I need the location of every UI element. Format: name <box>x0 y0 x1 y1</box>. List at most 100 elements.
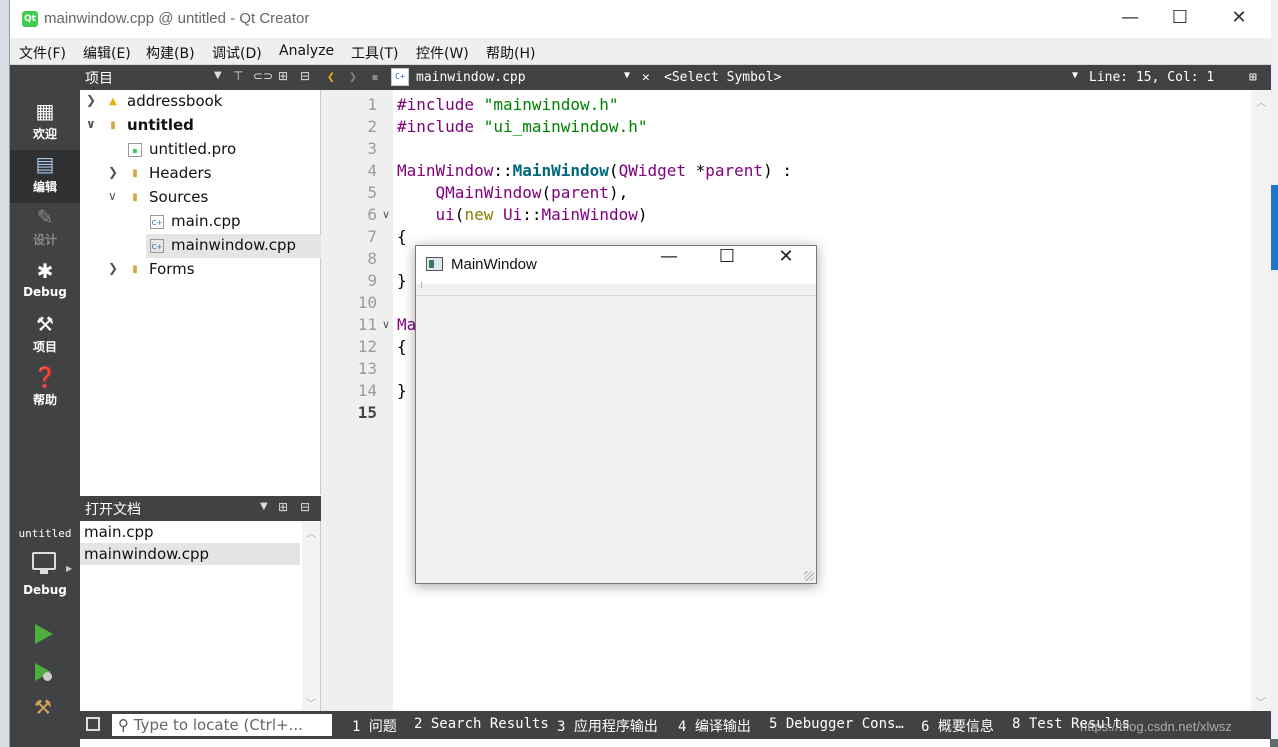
link-icon[interactable]: ⊂⊃ <box>253 69 273 83</box>
menu-build[interactable]: 构建(B) <box>146 43 195 63</box>
tree-item-addressbook[interactable]: ❯ ▲ addressbook <box>80 90 321 114</box>
tab-application-output[interactable]: 3 应用程序输出 <box>557 716 658 736</box>
mode-projects[interactable]: ⚒ 项目 <box>10 310 80 363</box>
line-number: 9 <box>367 271 377 290</box>
forward-arrow-icon[interactable]: ❯ <box>349 70 357 85</box>
locator-placeholder: Type to locate (Ctrl+... <box>133 716 303 734</box>
mode-help[interactable]: ❓ 帮助 <box>10 363 80 416</box>
app-minimize-button[interactable]: — <box>640 246 698 284</box>
qt-app-icon: Qt <box>22 11 38 27</box>
app-close-button[interactable]: ✕ <box>757 246 815 284</box>
close-panel-icon[interactable]: ⊟ <box>300 69 310 83</box>
open-doc-main-cpp[interactable]: main.cpp <box>80 521 300 543</box>
tab-search-results[interactable]: 2 Search Results <box>414 716 549 732</box>
editor-toolbar: ❮ ❯ ▪ C+ mainwindow.cpp ▼ ✕ <Select Symb… <box>321 65 1271 90</box>
cursor-position[interactable]: Line: 15, Col: 1 <box>1089 70 1214 85</box>
split-editor-icon[interactable]: ⊞ <box>1249 70 1257 85</box>
open-doc-mainwindow-cpp[interactable]: mainwindow.cpp <box>80 543 300 565</box>
mode-debug[interactable]: ✱ Debug <box>10 257 80 310</box>
menu-tools[interactable]: 工具(T) <box>351 43 398 63</box>
menu-controls[interactable]: 控件(W) <box>416 43 469 63</box>
current-file-name[interactable]: mainwindow.cpp <box>416 70 526 85</box>
mode-design[interactable]: ✎ 设计 <box>10 203 80 256</box>
tree-item-main-cpp[interactable]: C+ main.cpp <box>80 210 321 234</box>
tab-issues[interactable]: 1 问题 <box>352 716 397 736</box>
line-number-gutter: 1 2 3 4 5 6 7 8 9 10 11 12 13 14 15 ∨ ∨ <box>321 90 393 711</box>
scroll-up-icon[interactable]: ︿ <box>1251 94 1271 109</box>
scroll-down-icon[interactable]: ﹀ <box>1251 694 1271 709</box>
headers-folder-icon: ▮ <box>132 168 138 179</box>
lock-icon: ▪ <box>371 70 379 85</box>
fold-arrow-icon[interactable]: ∨ <box>382 318 390 331</box>
symbol-selector[interactable]: <Select Symbol> <box>664 70 781 85</box>
code-line: QMainWindow(parent), <box>435 183 629 202</box>
menu-analyze[interactable]: Analyze <box>279 43 334 59</box>
tree-item-sources[interactable]: ∨ ▮ Sources <box>80 186 321 210</box>
open-documents-header: 打开文档 ▼ ⊞ ⊟ <box>80 496 321 521</box>
close-panel-icon[interactable]: ⊟ <box>300 500 310 514</box>
split-icon[interactable]: ⊞ <box>278 69 288 83</box>
scroll-up-icon[interactable]: ︿ <box>302 525 320 540</box>
running-app-window[interactable]: MainWindow — ☐ ✕ ⁞ <box>415 245 817 584</box>
view-dropdown-icon[interactable]: ▼ <box>214 70 222 81</box>
menu-help[interactable]: 帮助(H) <box>486 43 535 63</box>
code-line: { <box>397 227 407 246</box>
mode-design-label: 设计 <box>32 233 57 247</box>
tab-debugger-console[interactable]: 5 Debugger Cons… <box>769 716 904 732</box>
app-maximize-button[interactable]: ☐ <box>698 246 756 284</box>
build-hammer-icon[interactable]: ⚒ <box>34 695 52 719</box>
tree-item-label: untitled.pro <box>149 140 237 158</box>
close-file-icon[interactable]: ✕ <box>642 70 650 85</box>
symbol-dropdown-icon[interactable]: ▼ <box>1072 70 1078 81</box>
toggle-sidebar-icon[interactable] <box>86 717 100 731</box>
tab-general-messages[interactable]: 6 概要信息 <box>921 716 994 736</box>
tree-item-label: addressbook <box>127 92 223 110</box>
scroll-down-icon[interactable]: ﹀ <box>302 695 320 710</box>
run-icon[interactable] <box>35 624 53 644</box>
code-line: #include "ui_mainwindow.h" <box>397 117 648 136</box>
back-arrow-icon[interactable]: ❮ <box>327 70 335 85</box>
line-number: 12 <box>357 337 377 356</box>
locator-input[interactable]: ⚲ Type to locate (Ctrl+... <box>112 714 332 736</box>
kit-selector-monitor-icon[interactable] <box>32 552 56 574</box>
filter-icon[interactable]: ⊤ <box>233 69 243 83</box>
mode-welcome[interactable]: ▦ 欢迎 <box>10 97 80 150</box>
code-line: ui(new Ui::MainWindow) <box>435 205 648 224</box>
menu-debug[interactable]: 调试(D) <box>212 43 262 63</box>
toolbar-grip-icon[interactable]: ⁞ <box>420 281 423 291</box>
project-icon: ▮ <box>110 120 116 131</box>
close-button[interactable]: ✕ <box>1210 0 1268 38</box>
resize-grip-icon[interactable] <box>804 571 814 581</box>
open-docs-scrollbar[interactable]: ︿ ﹀ <box>302 521 320 711</box>
app-window-icon <box>426 257 443 271</box>
mode-edit[interactable]: ▤ 编辑 <box>10 150 80 203</box>
line-number: 5 <box>367 183 377 202</box>
tree-item-forms[interactable]: ❯ ▮ Forms <box>80 258 321 282</box>
expand-arrow-icon[interactable]: ❯ <box>108 165 118 179</box>
collapse-arrow-icon[interactable]: ∨ <box>108 189 117 203</box>
tree-item-untitled[interactable]: ∨ ▮ untitled <box>80 114 321 138</box>
kit-selector-arrow-icon[interactable]: ▶ <box>66 564 72 573</box>
tree-item-headers[interactable]: ❯ ▮ Headers <box>80 162 321 186</box>
tree-item-mainwindow-cpp[interactable]: C+ mainwindow.cpp <box>146 234 321 258</box>
file-dropdown-icon[interactable]: ▼ <box>624 70 630 81</box>
fold-arrow-icon[interactable]: ∨ <box>382 208 390 221</box>
tab-compile-output[interactable]: 4 编译输出 <box>678 716 751 736</box>
help-icon: ❓ <box>32 365 58 389</box>
code-line: Ma <box>397 315 417 334</box>
kit-project-label: untitled <box>18 527 72 540</box>
menu-edit[interactable]: 编辑(E) <box>83 43 131 63</box>
expand-arrow-icon[interactable]: ❯ <box>86 93 96 107</box>
tree-item-untitled-pro[interactable]: ▪ untitled.pro <box>80 138 321 162</box>
split-icon[interactable]: ⊞ <box>278 500 288 514</box>
collapse-arrow-icon[interactable]: ∨ <box>86 117 96 131</box>
debug-run-icon[interactable] <box>35 663 52 681</box>
open-docs-dropdown-icon[interactable]: ▼ <box>260 501 268 512</box>
editor-scrollbar[interactable]: ︿ ﹀ <box>1251 90 1271 711</box>
menu-file[interactable]: 文件(F) <box>19 43 66 63</box>
maximize-button[interactable]: ☐ <box>1151 0 1209 38</box>
expand-arrow-icon[interactable]: ❯ <box>108 261 118 275</box>
watermark: https://blog.csdn.net/xlwsz <box>1080 719 1232 734</box>
cpp-file-icon: C+ <box>150 215 164 229</box>
cpp-file-icon: C+ <box>150 239 164 253</box>
